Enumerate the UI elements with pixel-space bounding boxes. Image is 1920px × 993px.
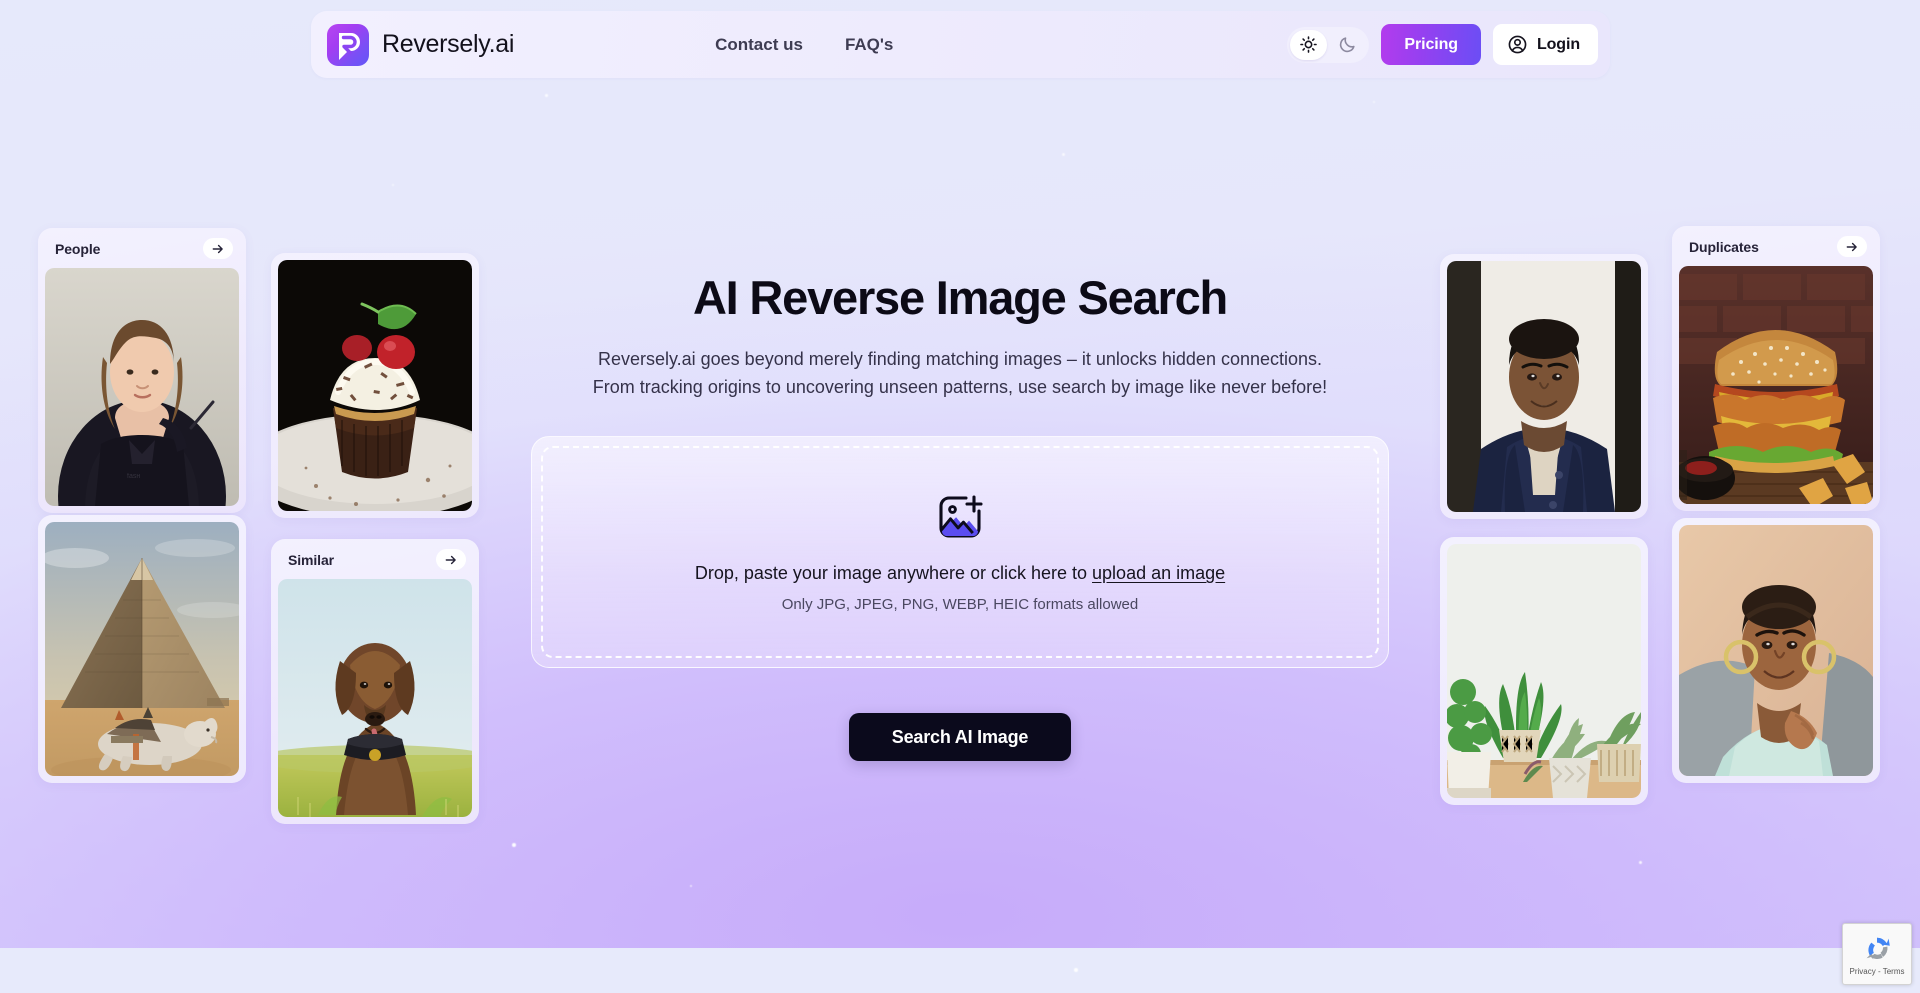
category-label-similar: Similar (288, 551, 334, 568)
category-card-people[interactable]: People fasн (38, 228, 246, 513)
svg-text:fasн: fasн (127, 473, 140, 480)
dropzone-inner: Drop, paste your image anywhere or click… (541, 446, 1379, 658)
gallery-card-man-portrait[interactable] (1440, 254, 1648, 519)
hero-section: AI Reverse Image Search Reversely.ai goe… (510, 272, 1410, 401)
category-card-header: Similar (278, 546, 472, 579)
page-title: AI Reverse Image Search (692, 271, 1228, 324)
recaptcha-icon (1861, 933, 1893, 965)
image-upload-dropzone[interactable]: Drop, paste your image anywhere or click… (531, 436, 1389, 668)
sparkle-decoration (545, 94, 548, 97)
arrow-right-icon[interactable] (1837, 236, 1867, 257)
nav-link-contact-us[interactable]: Contact us (715, 35, 803, 55)
search-ai-image-button[interactable]: Search AI Image (849, 713, 1071, 761)
man-portrait-photo (1447, 261, 1641, 512)
category-thumbnail-similar (278, 579, 472, 817)
hero-subtitle-line-1: Reversely.ai goes beyond merely finding … (597, 348, 1323, 369)
category-card-duplicates[interactable]: Duplicates (1672, 226, 1880, 511)
category-card-header: People (45, 235, 239, 268)
upload-an-image-link[interactable]: upload an image (1092, 563, 1225, 583)
sun-icon[interactable] (1290, 29, 1328, 60)
pricing-button[interactable]: Pricing (1381, 24, 1481, 65)
woman-portrait-photo (1679, 525, 1873, 776)
plants-photo (1447, 544, 1641, 798)
hero-subtitle-line-2: From tracking origins to uncovering unse… (592, 376, 1328, 397)
recaptcha-privacy-terms: Privacy - Terms (1849, 966, 1905, 976)
gallery-card-woman-portrait[interactable] (1672, 518, 1880, 783)
arrow-right-icon[interactable] (203, 238, 233, 259)
category-thumbnail-people: fasн (45, 268, 239, 506)
nav-link-faqs[interactable]: FAQ's (845, 35, 893, 55)
dropzone-instruction: Drop, paste your image anywhere or click… (695, 563, 1225, 584)
gallery-card-plants[interactable] (1440, 537, 1648, 805)
gallery-card-pyramid[interactable] (38, 515, 246, 783)
site-header: Reversely.ai Contact us FAQ's Pricing Lo… (311, 11, 1610, 78)
category-label-people: People (55, 240, 101, 257)
sparkle-decoration (1373, 101, 1375, 103)
image-add-icon (934, 491, 986, 543)
hero-subtitle: Reversely.ai goes beyond merely finding … (510, 346, 1410, 402)
gallery-card-cupcake[interactable] (271, 253, 479, 518)
cupcake-photo (278, 260, 472, 511)
brand-name: Reversely.ai (382, 30, 515, 58)
category-card-header: Duplicates (1679, 233, 1873, 266)
sparkle-decoration (512, 843, 516, 847)
page-footer-strip (0, 948, 1920, 993)
sparkle-decoration (392, 184, 394, 186)
sparkle-decoration (690, 885, 692, 887)
theme-toggle[interactable] (1287, 26, 1370, 63)
dropzone-allowed-formats: Only JPG, JPEG, PNG, WEBP, HEIC formats … (781, 596, 1139, 613)
pyramid-photo (45, 522, 239, 776)
login-button-label: Login (1536, 35, 1580, 53)
sparkle-decoration (1639, 861, 1642, 864)
brand-logo[interactable]: Reversely.ai (327, 23, 515, 66)
moon-icon[interactable] (1329, 30, 1366, 60)
user-circle-icon (1507, 34, 1528, 55)
login-button[interactable]: Login (1492, 24, 1598, 65)
category-label-duplicates: Duplicates (1689, 238, 1759, 255)
reversely-logo-icon (327, 23, 369, 66)
sparkle-decoration (1062, 153, 1065, 156)
category-card-similar[interactable]: Similar (271, 539, 479, 824)
category-thumbnail-duplicates (1679, 266, 1873, 504)
recaptcha-badge[interactable]: Privacy - Terms (1842, 923, 1912, 985)
header-actions: Pricing Login (1287, 24, 1598, 65)
arrow-right-icon[interactable] (436, 549, 466, 570)
primary-nav: Contact us FAQ's (715, 35, 893, 55)
dropzone-instruction-text: Drop, paste your image anywhere or click… (694, 563, 1093, 583)
